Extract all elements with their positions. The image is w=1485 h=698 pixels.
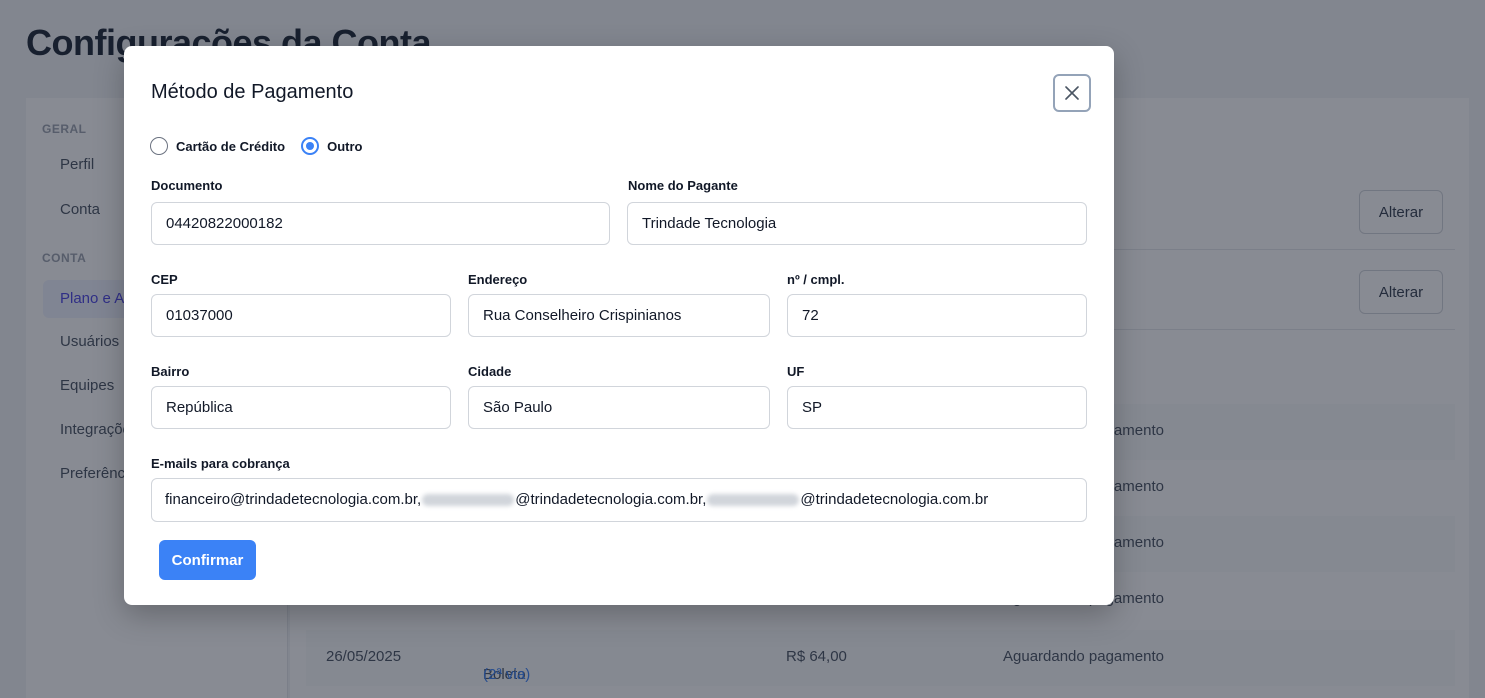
cep-label: CEP [151, 272, 178, 287]
payment-method-modal: Método de Pagamento Cartão de Crédito Ou… [124, 46, 1114, 605]
nome-pagante-label: Nome do Pagante [628, 178, 738, 193]
radio-label: Outro [327, 138, 363, 154]
close-button[interactable] [1053, 74, 1091, 112]
nome-pagante-input[interactable] [627, 202, 1087, 245]
uf-input[interactable] [787, 386, 1087, 429]
bairro-label: Bairro [151, 364, 190, 379]
documento-input[interactable] [151, 202, 610, 245]
radio-button[interactable] [301, 137, 320, 155]
email-text: @trindadetecnologia.com.br [800, 491, 989, 508]
documento-label: Documento [151, 178, 223, 193]
cep-input[interactable] [151, 294, 451, 337]
email-text: @trindadetecnologia.com.br, [515, 491, 707, 508]
confirm-button[interactable]: Confirmar [159, 540, 256, 580]
email-text: financeiro@trindadetecnologia.com.br, [165, 491, 422, 508]
modal-title: Método de Pagamento [151, 81, 354, 103]
cidade-label: Cidade [468, 364, 512, 379]
billing-emails-input[interactable]: financeiro@trindadetecnologia.com.br, @tr… [151, 478, 1087, 522]
numero-input[interactable] [787, 294, 1087, 337]
cidade-input[interactable] [468, 386, 770, 429]
numero-label: nº / cmpl. [787, 272, 845, 287]
bairro-input[interactable] [151, 386, 451, 429]
radio-other[interactable]: Outro [301, 137, 362, 155]
radio-button[interactable] [150, 137, 168, 155]
endereco-input[interactable] [468, 294, 770, 337]
payment-type-radio-group: Cartão de Crédito Outro [150, 136, 378, 156]
emails-label: E-mails para cobrança [151, 456, 290, 471]
redacted-text [422, 494, 515, 507]
redacted-text [707, 494, 800, 507]
endereco-label: Endereço [468, 272, 528, 287]
radio-label: Cartão de Crédito [176, 138, 286, 154]
close-icon [1065, 86, 1079, 100]
radio-credit-card[interactable]: Cartão de Crédito [150, 137, 285, 155]
uf-label: UF [787, 364, 805, 379]
